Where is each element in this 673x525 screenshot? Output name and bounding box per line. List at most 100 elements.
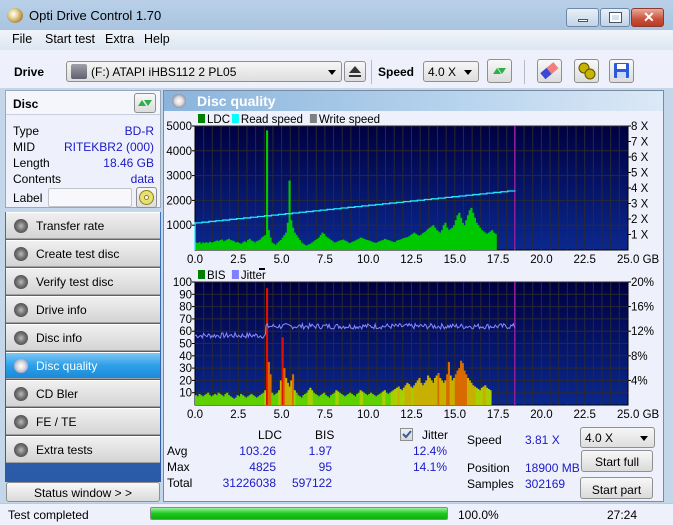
close-icon: ✕ xyxy=(643,9,655,25)
ldc-column-header: LDC xyxy=(258,428,283,442)
start-full-button[interactable]: Start full xyxy=(581,450,653,472)
nav-item-transfer-rate[interactable]: Transfer rate xyxy=(6,212,160,239)
nav-item-label: Verify test disc xyxy=(36,275,114,289)
disc-label-button[interactable] xyxy=(136,187,157,208)
gears-icon xyxy=(578,62,596,80)
y-tick-label: 60 xyxy=(179,326,192,338)
mid-value: RITEKBR2 (000) xyxy=(63,140,154,154)
drive-select[interactable]: (F:) ATAPI iHBS112 2 PL05 xyxy=(66,61,342,82)
disc-icon xyxy=(14,303,28,317)
x-tick-label: 15.0 xyxy=(444,254,466,266)
x-tick-label: 25.0 GB xyxy=(617,409,660,421)
nav-item-verify-test-disc[interactable]: Verify test disc xyxy=(6,268,160,295)
eject-button[interactable] xyxy=(344,61,366,82)
y2-tick-label: 8 X xyxy=(631,121,649,133)
charts-area: 0.0 2.5 5.0 7.5 10.0 12.5 15.0 17.5 20.0 22.5 25.0… xyxy=(166,114,660,421)
test-speed-value: 4.0 X xyxy=(585,431,614,445)
speed-select[interactable]: 4.0 X xyxy=(423,61,479,82)
erase-button[interactable] xyxy=(537,59,562,83)
toolbar-separator xyxy=(371,60,372,84)
maximize-button[interactable] xyxy=(600,8,630,27)
y-tick-label: 40 xyxy=(179,351,192,363)
chevron-down-icon xyxy=(328,70,336,75)
close-button[interactable]: ✕ xyxy=(631,8,664,27)
y-tick-label: 1000 xyxy=(166,220,192,232)
x-tick-label: 10.0 xyxy=(357,254,379,266)
minimize-icon xyxy=(578,19,588,22)
nav-item-drive-info[interactable]: Drive info xyxy=(6,296,160,323)
disc-title: Disc xyxy=(13,97,39,111)
label-input[interactable] xyxy=(48,188,132,207)
disc-refresh-button[interactable] xyxy=(134,93,156,113)
y2-tick-label: 2 X xyxy=(631,214,649,226)
menu-help[interactable]: Help xyxy=(144,32,170,46)
y-tick-label: 100 xyxy=(173,277,192,289)
type-value: BD-R xyxy=(124,124,154,138)
settings-button[interactable] xyxy=(574,59,599,83)
app-icon xyxy=(7,8,23,23)
x-tick-label: 12.5 xyxy=(400,254,422,266)
nav-item-fe-te[interactable]: FE / TE xyxy=(6,408,160,435)
drive-icon xyxy=(71,64,87,79)
nav-item-disc-quality[interactable]: Disc quality xyxy=(6,352,160,379)
x-tick-label: 17.5 xyxy=(487,254,509,266)
window-title: Opti Drive Control 1.70 xyxy=(29,8,162,23)
type-label: Type xyxy=(13,124,40,138)
total-bis: 597122 xyxy=(291,476,332,490)
checkmark-icon xyxy=(402,430,412,439)
y2-tick-label: 6 X xyxy=(631,152,649,164)
y-tick-label: 90 xyxy=(179,289,192,301)
menu-file[interactable]: File xyxy=(12,32,32,46)
y-tick-label: 70 xyxy=(179,314,192,326)
test-speed-select[interactable]: 4.0 X xyxy=(580,427,655,448)
menu-bar: File Start test Extra Help xyxy=(0,30,673,50)
nav-item-label: Disc quality xyxy=(36,359,98,373)
disc-icon xyxy=(14,275,28,289)
speed-value: 4.0 X xyxy=(428,65,457,79)
y2-tick-label: 16% xyxy=(631,302,654,314)
x-tick-label: 5.0 xyxy=(274,409,290,421)
toolbar-separator xyxy=(524,60,525,84)
minimize-button[interactable] xyxy=(566,8,599,27)
nav-item-label: Drive info xyxy=(36,303,87,317)
y-tick-label: 3000 xyxy=(166,171,192,183)
legend-label: LDC xyxy=(207,114,230,126)
drive-value: (F:) ATAPI iHBS112 2 PL05 xyxy=(91,65,237,79)
menu-extra[interactable]: Extra xyxy=(105,32,134,46)
nav-item-cd-bler[interactable]: CD Bler xyxy=(6,380,160,407)
x-tick-label: 7.5 xyxy=(317,409,333,421)
nav-item-disc-info[interactable]: Disc info xyxy=(6,324,160,351)
menu-start-test[interactable]: Start test xyxy=(45,32,95,46)
y2-tick-label: 12% xyxy=(631,326,654,338)
x-tick-label: 15.0 xyxy=(444,409,466,421)
progress-text: 100.0% xyxy=(458,508,499,522)
samples-label: Samples xyxy=(467,477,514,491)
nav-item-label: Extra tests xyxy=(36,443,93,457)
x-tick-label: 0.0 xyxy=(187,254,203,266)
save-icon xyxy=(614,63,629,78)
y2-tick-label: 5 X xyxy=(631,168,649,180)
y2-tick-label: 7 X xyxy=(631,137,649,149)
y-tick-label: 30 xyxy=(179,363,192,375)
length-label: Length xyxy=(13,156,50,170)
nav-item-label: Transfer rate xyxy=(36,219,105,233)
y2-tick-label: 20% xyxy=(631,277,654,289)
start-part-button[interactable]: Start part xyxy=(580,477,653,499)
nav-item-extra-tests[interactable]: Extra tests xyxy=(6,436,160,463)
disc-panel-header: Disc xyxy=(6,91,160,115)
status-text: Test completed xyxy=(8,508,89,522)
y-tick-label: 2000 xyxy=(166,195,192,207)
y2-tick-label: 8% xyxy=(631,351,648,363)
nav-item-create-test-disc[interactable]: Create test disc xyxy=(6,240,160,267)
jitter-checkbox[interactable] xyxy=(400,428,413,441)
y2-tick-label: 4 X xyxy=(631,183,649,195)
refresh-button[interactable] xyxy=(487,59,512,83)
speed-stat-value: 3.81 X xyxy=(525,433,560,447)
save-button[interactable] xyxy=(609,59,634,83)
legend-swatch xyxy=(198,270,205,279)
disc-icon xyxy=(139,190,154,205)
legend-swatch xyxy=(309,114,317,123)
status-window-button[interactable]: Status window > > xyxy=(6,482,160,502)
y-tick-label: 4000 xyxy=(166,146,192,158)
contents-label: Contents xyxy=(13,172,62,186)
